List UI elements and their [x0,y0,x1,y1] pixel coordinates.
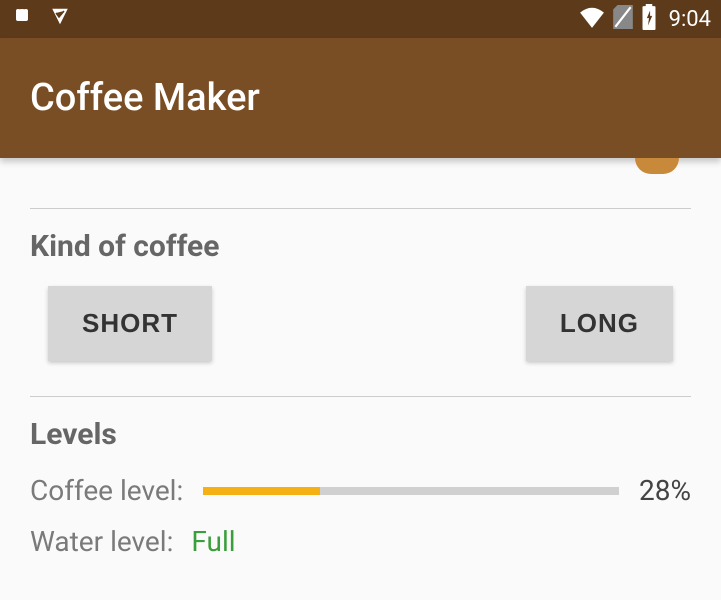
main-content: Kind of coffee SHORT LONG Levels Coffee … [0,158,721,578]
battery-charging-icon [641,4,657,34]
water-level-row: Water level: Full [30,525,691,558]
android-icon [10,5,34,33]
coffee-level-fill [203,487,319,495]
checkmark-icon [48,5,72,33]
status-left-icons [10,5,72,33]
status-right-icons: 9:04 [579,4,711,34]
app-title: Coffee Maker [30,76,260,120]
coffee-level-row: Coffee level: 28% [30,474,691,507]
sim-icon [613,5,633,33]
status-time: 9:04 [669,7,711,32]
short-button[interactable]: SHORT [48,286,212,361]
divider [30,208,691,209]
water-level-status: Full [191,525,235,558]
long-button[interactable]: LONG [526,286,673,361]
water-level-label: Water level: [30,525,173,558]
coffee-level-label: Coffee level: [30,474,183,507]
divider [30,396,691,397]
levels-title: Levels [30,417,691,452]
kind-of-coffee-title: Kind of coffee [30,229,691,264]
app-bar: Coffee Maker [0,38,721,158]
coffee-level-progress [203,487,619,495]
coffee-level-value: 28% [639,474,691,507]
wifi-icon [579,6,605,32]
coffee-kind-buttons: SHORT LONG [30,286,691,361]
status-bar: 9:04 [0,0,721,38]
